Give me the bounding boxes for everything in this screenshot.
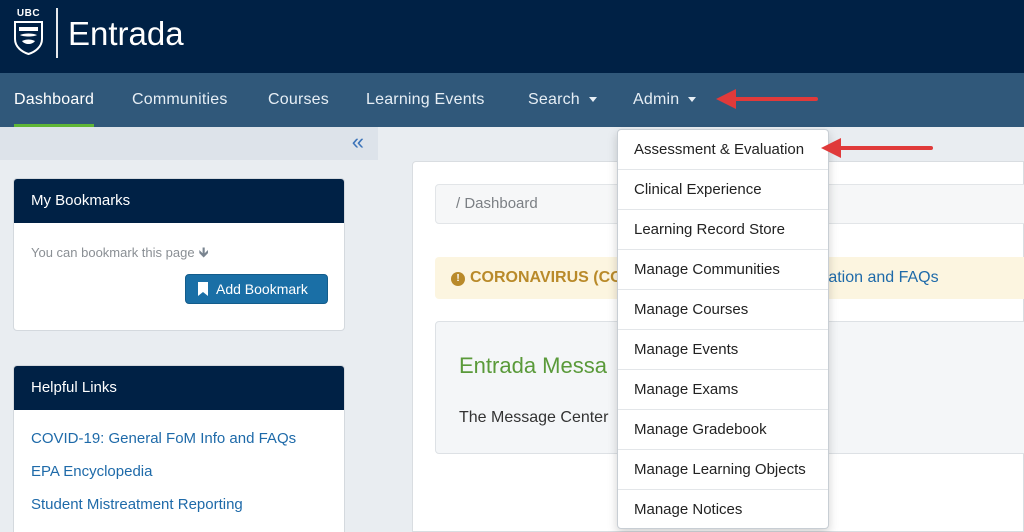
nav-learning-events[interactable]: Learning Events	[366, 73, 485, 127]
nav-learning-events-label: Learning Events	[366, 91, 485, 108]
nav-search[interactable]: Search	[528, 73, 597, 127]
collapse-sidebar-icon[interactable]: «	[352, 130, 364, 154]
sidebar: « My Bookmarks You can bookmark this pag…	[0, 127, 378, 532]
nav-dashboard[interactable]: Dashboard	[14, 73, 95, 127]
nav-courses-label: Courses	[268, 91, 329, 108]
menu-item-manage-exams[interactable]: Manage Exams	[618, 370, 828, 410]
annotation-arrow-icon	[821, 138, 933, 158]
notice-link[interactable]: mation and FAQs	[815, 257, 939, 299]
helpful-links-card: Helpful Links COVID-19: General FoM Info…	[13, 365, 345, 532]
nav-admin[interactable]: Admin	[633, 73, 697, 127]
menu-item-assessment-evaluation[interactable]: Assessment & Evaluation	[618, 130, 828, 170]
menu-item-manage-notices[interactable]: Manage Notices	[618, 490, 828, 530]
message-center-title: Entrada Messa	[459, 353, 607, 378]
bookmarks-title: My Bookmarks	[14, 179, 344, 223]
add-bookmark-button[interactable]: Add Bookmark	[185, 274, 328, 304]
top-header: UBC Entrada	[0, 0, 1024, 73]
helpful-links-title: Helpful Links	[14, 366, 344, 410]
bookmark-hint-text: You can bookmark this page	[31, 245, 195, 260]
ubc-crest-icon	[14, 21, 43, 55]
menu-item-manage-communities[interactable]: Manage Communities	[618, 250, 828, 290]
link-epa-encyclopedia[interactable]: EPA Encyclopedia	[31, 463, 152, 480]
menu-item-manage-learning-objects[interactable]: Manage Learning Objects	[618, 450, 828, 490]
arrow-down-icon: 🡻	[198, 244, 209, 260]
notice-title: CORONAVIRUS (CO	[470, 269, 623, 286]
caret-down-icon	[588, 97, 597, 103]
brand-divider	[56, 8, 58, 58]
bookmarks-card: My Bookmarks You can bookmark this page 🡻…	[13, 178, 345, 331]
menu-item-manage-gradebook[interactable]: Manage Gradebook	[618, 410, 828, 450]
message-center-body: The Message Center	[459, 409, 609, 426]
nav-admin-label: Admin	[633, 91, 680, 108]
link-mistreatment-reporting[interactable]: Student Mistreatment Reporting	[31, 496, 243, 513]
bookmark-hint: You can bookmark this page 🡻	[31, 242, 209, 266]
link-covid-info[interactable]: COVID-19: General FoM Info and FAQs	[31, 430, 296, 447]
admin-dropdown-menu: Assessment & Evaluation Clinical Experie…	[617, 129, 829, 529]
sidebar-toolbar: «	[0, 127, 378, 160]
nav-search-label: Search	[528, 91, 580, 108]
nav-dashboard-label: Dashboard	[14, 91, 95, 108]
menu-item-manage-courses[interactable]: Manage Courses	[618, 290, 828, 330]
menu-item-clinical-experience[interactable]: Clinical Experience	[618, 170, 828, 210]
nav-courses[interactable]: Courses	[268, 73, 329, 127]
ubc-logo[interactable]: UBC	[13, 8, 44, 56]
add-bookmark-label: Add Bookmark	[216, 281, 308, 297]
menu-item-learning-record-store[interactable]: Learning Record Store	[618, 210, 828, 250]
menu-item-manage-events[interactable]: Manage Events	[618, 330, 828, 370]
caret-down-icon	[688, 97, 697, 103]
bookmark-icon	[198, 282, 208, 296]
nav-communities[interactable]: Communities	[132, 73, 228, 127]
nav-communities-label: Communities	[132, 91, 228, 108]
exclamation-circle-icon: !	[451, 272, 465, 286]
annotation-arrow-icon	[716, 89, 818, 109]
main-nav: Dashboard Communities Courses Learning E…	[0, 73, 1024, 127]
app-title[interactable]: Entrada	[68, 14, 184, 54]
logo-text: UBC	[16, 8, 41, 19]
